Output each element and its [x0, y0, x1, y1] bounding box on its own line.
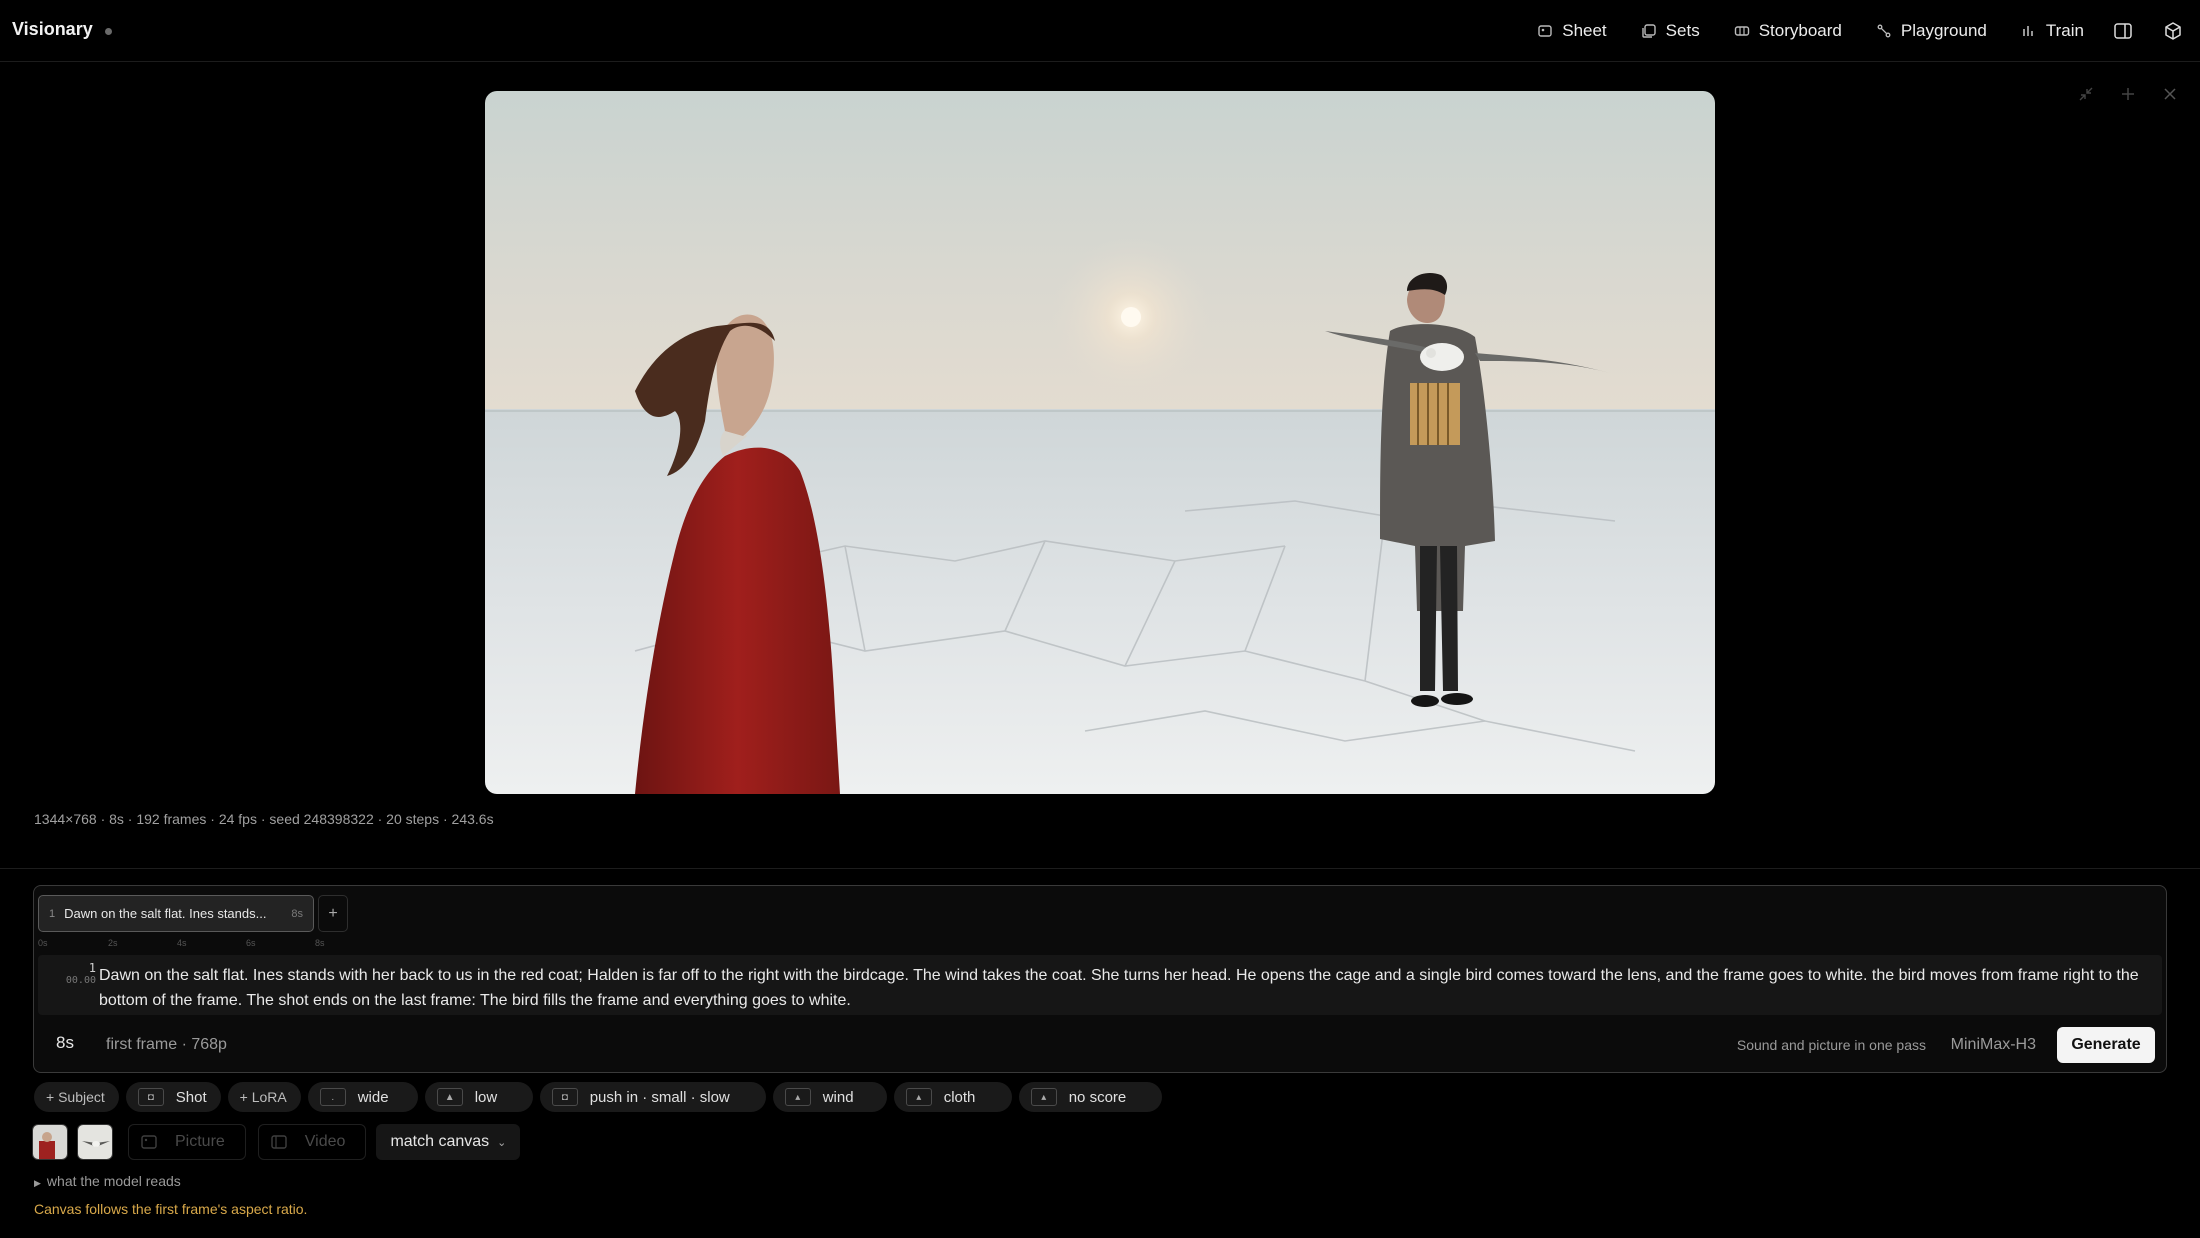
foley-chip[interactable]: ▴ cloth — [893, 1082, 1012, 1112]
nav-sheet-label: Sheet — [1562, 21, 1607, 40]
close-icon — [2164, 88, 2176, 100]
framing-chip[interactable]: . wide — [307, 1082, 418, 1112]
close-button[interactable] — [2160, 84, 2180, 104]
status-dot — [105, 28, 112, 35]
framing-icon: . — [319, 1088, 346, 1106]
nav-sheet[interactable]: Sheet — [1537, 21, 1607, 41]
ambience-icon: ▴ — [784, 1088, 811, 1106]
reference-thumbnail-woman[interactable] — [32, 1124, 68, 1160]
move-icon: ◘ — [551, 1088, 578, 1106]
timeline-ruler: 0s 2s 4s 6s 8s — [38, 938, 338, 952]
foley-icon: ▴ — [905, 1088, 932, 1106]
top-bar: Visionary Sheet Sets Storyboard Playgrou… — [0, 0, 2200, 62]
framing-label: wide — [357, 1088, 389, 1106]
add-clip-button[interactable]: + — [318, 895, 348, 932]
shot-chip[interactable]: ◘ Shot — [125, 1082, 221, 1112]
chevron-down-icon: ⌄ — [497, 1136, 507, 1149]
generated-frame[interactable] — [485, 91, 1715, 794]
main-nav: Sheet Sets Storyboard Playground Train — [1503, 0, 2200, 62]
angle-chip[interactable]: ▲ low — [424, 1082, 533, 1112]
video-icon — [271, 1135, 287, 1149]
collapse-button[interactable] — [2076, 84, 2096, 104]
branch-icon — [1877, 24, 1891, 38]
line-timecode: 00.00 — [65, 975, 96, 986]
sound-note: Sound and picture in one pass — [1736, 1037, 1926, 1053]
model-selector[interactable]: MiniMax-H3 — [1951, 1036, 2036, 1054]
ruler-tick: 4s — [177, 938, 187, 948]
shot-label: Shot — [175, 1088, 207, 1106]
model-reads-label: what the model reads — [46, 1173, 181, 1189]
generation-meta: 1344×768 · 8s · 192 frames · 24 fps · se… — [34, 811, 494, 827]
ruler-tick: 8s — [315, 938, 325, 948]
nav-storyboard-label: Storyboard — [1758, 21, 1842, 40]
model-reads-toggle[interactable]: ▶ what the model reads — [34, 1173, 181, 1189]
ruler-tick: 2s — [108, 938, 118, 948]
clip-index: 1 — [49, 907, 56, 920]
sidebar-icon — [2114, 23, 2132, 39]
ambience-label: wind — [822, 1088, 854, 1106]
nav-train-label: Train — [2045, 21, 2084, 40]
shot-chips: + Subject ◘ Shot + LoRA . wide ▲ low ◘ p… — [34, 1082, 1162, 1112]
collapse-icon — [2079, 87, 2093, 101]
picture-label: Picture — [175, 1133, 225, 1150]
add-lora-chip[interactable]: + LoRA — [227, 1082, 301, 1112]
ruler-tick: 0s — [38, 938, 48, 948]
disclosure-triangle-icon: ▶ — [34, 1178, 41, 1188]
nav-train[interactable]: Train — [2021, 21, 2084, 41]
angle-label: low — [474, 1088, 498, 1106]
plus-icon — [2122, 88, 2134, 100]
score-chip[interactable]: ▴ no score — [1018, 1082, 1162, 1112]
frame-image — [485, 91, 1715, 794]
frames-icon — [1734, 26, 1749, 36]
aspect-select[interactable]: match canvas ⌄ — [376, 1124, 521, 1160]
duration-selector[interactable]: 8s — [56, 1033, 74, 1053]
line-gutter: 1 00.00 — [48, 961, 96, 986]
nav-storyboard[interactable]: Storyboard — [1734, 21, 1842, 41]
camera-move-chip[interactable]: ◘ push in · small · slow — [539, 1082, 766, 1112]
cube-icon — [2165, 22, 2181, 40]
image-icon — [1538, 25, 1552, 37]
nav-playground[interactable]: Playground — [1876, 21, 1987, 41]
line-number: 1 — [88, 961, 96, 975]
picture-icon — [141, 1135, 157, 1149]
generate-button[interactable]: Generate — [2057, 1027, 2155, 1063]
nav-playground-label: Playground — [1900, 21, 1987, 40]
reference-thumbnail-bird[interactable] — [77, 1124, 113, 1160]
ruler-tick: 6s — [246, 938, 256, 948]
reference-row: Picture Video match canvas ⌄ — [32, 1124, 521, 1160]
bars-icon — [2023, 26, 2033, 36]
nav-sets-label: Sets — [1665, 21, 1700, 40]
editor-footer: 8s first frame · 768p Sound and picture … — [34, 1022, 2166, 1068]
score-icon: ▴ — [1030, 1088, 1057, 1106]
thumbnail-image — [33, 1125, 67, 1159]
clip-title: Dawn on the salt flat. Ines stands... — [64, 906, 267, 921]
aspect-label: match canvas — [390, 1133, 490, 1150]
camera-icon: ◘ — [137, 1088, 164, 1106]
thumbnail-image — [78, 1125, 112, 1159]
app-title[interactable]: Visionary — [12, 19, 93, 40]
add-button[interactable] — [2118, 84, 2138, 104]
video-label: Video — [304, 1133, 346, 1150]
camera-move-label: push in · small · slow — [589, 1088, 730, 1106]
panel-toggle-button[interactable] — [2112, 20, 2134, 42]
angle-icon: ▲ — [436, 1088, 463, 1106]
foley-label: cloth — [943, 1088, 976, 1106]
prompt-line[interactable]: 1 00.00 Dawn on the salt flat. Ines stan… — [38, 955, 2162, 1015]
clip-duration: 8s — [291, 907, 303, 920]
ambience-chip[interactable]: ▴ wind — [772, 1082, 887, 1112]
section-divider — [0, 868, 2200, 869]
prompt-text[interactable]: Dawn on the salt flat. Ines stands with … — [99, 963, 2149, 1013]
nav-sets[interactable]: Sets — [1641, 21, 1700, 41]
first-frame-setting[interactable]: first frame · 768p — [106, 1036, 227, 1054]
add-video-button[interactable]: Video — [257, 1124, 367, 1160]
add-picture-button[interactable]: Picture — [128, 1124, 246, 1160]
prompt-editor: 1 Dawn on the salt flat. Ines stands... … — [33, 885, 2167, 1073]
canvas-warning: Canvas follows the first frame's aspect … — [34, 1201, 308, 1217]
copy-icon — [1641, 24, 1656, 38]
clip-tab[interactable]: 1 Dawn on the salt flat. Ines stands... … — [38, 895, 314, 932]
stage-controls — [2076, 84, 2180, 104]
package-button[interactable] — [2162, 20, 2184, 42]
score-label: no score — [1068, 1088, 1127, 1106]
add-subject-chip[interactable]: + Subject — [34, 1082, 119, 1112]
